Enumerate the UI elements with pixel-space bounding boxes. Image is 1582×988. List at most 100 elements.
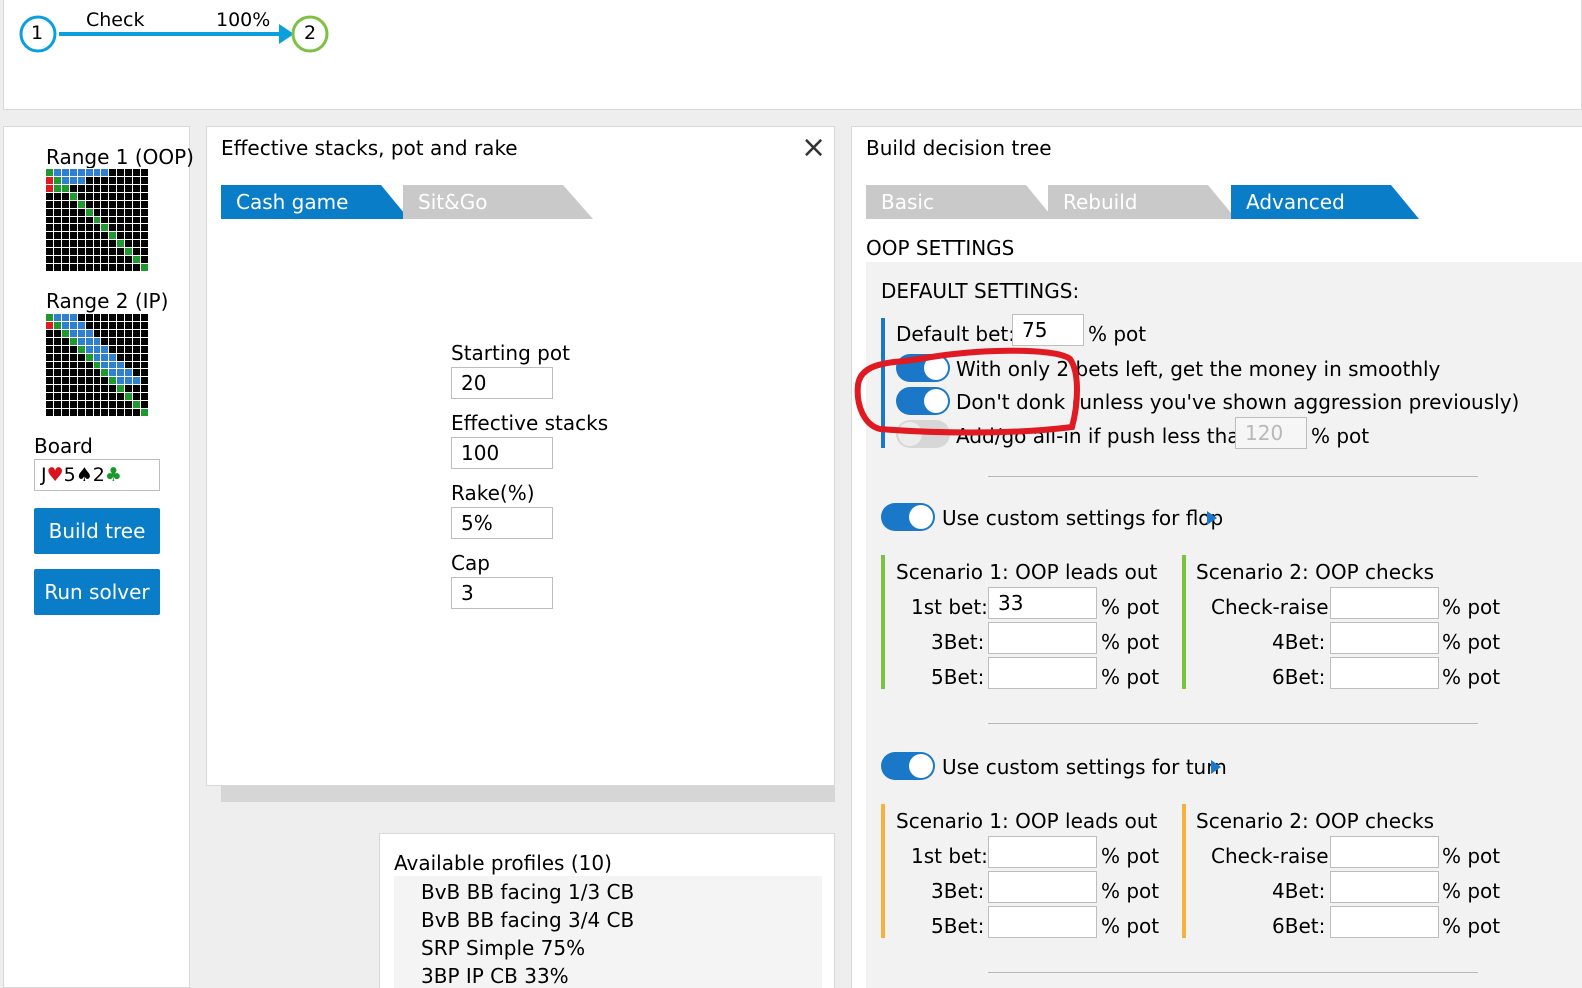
turn-1st-bet-input[interactable] [988, 836, 1097, 868]
range-cell[interactable] [117, 232, 125, 240]
range-cell[interactable] [93, 200, 101, 208]
flop-4bet-input[interactable] [1330, 622, 1439, 654]
range-cell[interactable] [109, 264, 117, 271]
range-cell[interactable] [85, 314, 93, 321]
flop-6bet-input[interactable] [1330, 657, 1439, 689]
range-cell[interactable] [141, 385, 148, 393]
range-cell[interactable] [109, 232, 117, 240]
range-cell[interactable] [109, 200, 117, 208]
range-cell[interactable] [109, 248, 117, 256]
range-cell[interactable] [141, 345, 148, 353]
range-cell[interactable] [85, 393, 93, 401]
range-cell[interactable] [69, 169, 77, 176]
range-cell[interactable] [133, 321, 141, 329]
range-cell[interactable] [61, 321, 69, 329]
range-cell[interactable] [125, 393, 133, 401]
range-cell[interactable] [133, 216, 141, 224]
range-cell[interactable] [125, 353, 133, 361]
range-cell[interactable] [85, 224, 93, 232]
range-cell[interactable] [61, 353, 69, 361]
range-cell[interactable] [133, 329, 141, 337]
range-cell[interactable] [141, 314, 148, 321]
range-cell[interactable] [133, 184, 141, 192]
range-cell[interactable] [85, 353, 93, 361]
range-cell[interactable] [77, 208, 85, 216]
range-cell[interactable] [93, 401, 101, 409]
range-cell[interactable] [53, 248, 61, 256]
range-cell[interactable] [109, 224, 117, 232]
range-cell[interactable] [53, 401, 61, 409]
range-cell[interactable] [61, 224, 69, 232]
range-cell[interactable] [117, 256, 125, 264]
range-cell[interactable] [109, 345, 117, 353]
range-cell[interactable] [125, 264, 133, 271]
default-bet-input[interactable]: 75 [1012, 314, 1084, 346]
range-cell[interactable] [53, 353, 61, 361]
range-cell[interactable] [85, 361, 93, 369]
range-cell[interactable] [46, 385, 53, 393]
range-cell[interactable] [133, 176, 141, 184]
range-cell[interactable] [85, 377, 93, 385]
build-tree-button[interactable]: Build tree [34, 508, 160, 554]
range-cell[interactable] [141, 200, 148, 208]
range-cell[interactable] [61, 345, 69, 353]
range-cell[interactable] [109, 329, 117, 337]
range-cell[interactable] [133, 337, 141, 345]
range-cell[interactable] [101, 224, 109, 232]
range-cell[interactable] [46, 369, 53, 377]
range-cell[interactable] [77, 393, 85, 401]
range-cell[interactable] [69, 345, 77, 353]
range-cell[interactable] [141, 393, 148, 401]
toggle-flop-custom[interactable] [881, 503, 935, 531]
range-cell[interactable] [133, 353, 141, 361]
range-cell[interactable] [85, 248, 93, 256]
range-cell[interactable] [109, 176, 117, 184]
effective-stacks-input[interactable]: 100 [451, 437, 553, 469]
range-cell[interactable] [101, 361, 109, 369]
range-cell[interactable] [77, 314, 85, 321]
range-cell[interactable] [101, 248, 109, 256]
range-cell[interactable] [93, 369, 101, 377]
close-icon[interactable]: × [801, 133, 826, 163]
range-cell[interactable] [125, 337, 133, 345]
range-cell[interactable] [61, 361, 69, 369]
range-cell[interactable] [69, 208, 77, 216]
range-cell[interactable] [46, 401, 53, 409]
range-cell[interactable] [46, 337, 53, 345]
range-cell[interactable] [61, 264, 69, 271]
range-cell[interactable] [69, 264, 77, 271]
range-cell[interactable] [61, 369, 69, 377]
range-cell[interactable] [77, 401, 85, 409]
range-cell[interactable] [93, 264, 101, 271]
range-cell[interactable] [125, 232, 133, 240]
range-cell[interactable] [125, 216, 133, 224]
range-cell[interactable] [133, 169, 141, 176]
range-cell[interactable] [101, 256, 109, 264]
range-cell[interactable] [125, 314, 133, 321]
range-cell[interactable] [53, 361, 61, 369]
range-cell[interactable] [109, 361, 117, 369]
range-cell[interactable] [93, 224, 101, 232]
range-cell[interactable] [125, 256, 133, 264]
add-allin-threshold-input[interactable]: 120 [1235, 417, 1307, 449]
range-cell[interactable] [141, 184, 148, 192]
flop-3bet-input[interactable] [988, 622, 1097, 654]
range-cell[interactable] [141, 377, 148, 385]
range-cell[interactable] [46, 169, 53, 176]
tab-basic[interactable]: Basic [866, 185, 1054, 219]
range-cell[interactable] [109, 385, 117, 393]
range-cell[interactable] [101, 216, 109, 224]
range-cell[interactable] [85, 369, 93, 377]
range-cell[interactable] [133, 264, 141, 271]
range-cell[interactable] [133, 256, 141, 264]
flop-check-raise-input[interactable] [1330, 587, 1439, 619]
range-cell[interactable] [53, 256, 61, 264]
range-cell[interactable] [53, 208, 61, 216]
range-cell[interactable] [133, 401, 141, 409]
range-cell[interactable] [125, 200, 133, 208]
range-cell[interactable] [101, 264, 109, 271]
range-cell[interactable] [133, 361, 141, 369]
range-cell[interactable] [101, 232, 109, 240]
range-cell[interactable] [125, 176, 133, 184]
range-cell[interactable] [125, 345, 133, 353]
